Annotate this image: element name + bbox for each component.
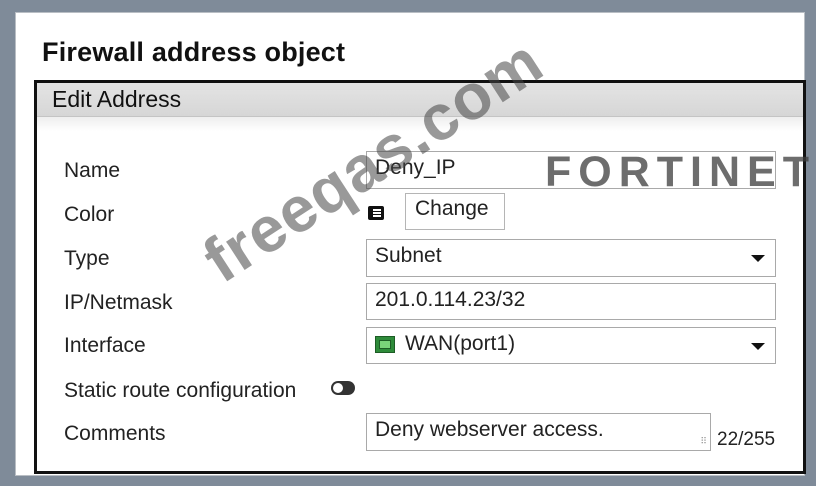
name-label: Name bbox=[64, 159, 121, 182]
static-route-toggle[interactable] bbox=[331, 381, 355, 395]
chevron-down-icon bbox=[751, 343, 765, 350]
window-frame: Firewall address object Edit Address Nam… bbox=[15, 12, 806, 476]
comments-textarea[interactable]: Deny webserver access. ⠿ bbox=[366, 413, 711, 451]
resize-grip-icon[interactable]: ⠿ bbox=[700, 436, 707, 447]
page-title: Firewall address object bbox=[42, 37, 346, 67]
type-select-value: Subnet bbox=[375, 244, 442, 267]
interface-label: Interface bbox=[64, 334, 146, 357]
static-route-label: Static route configuration bbox=[64, 379, 297, 402]
color-change-button-label: Change bbox=[415, 197, 489, 220]
ipmask-label: IP/Netmask bbox=[64, 291, 173, 314]
interface-select-value: WAN(port1) bbox=[405, 332, 516, 355]
color-change-button[interactable]: Change bbox=[405, 193, 505, 230]
color-label: Color bbox=[64, 203, 115, 226]
type-label: Type bbox=[64, 247, 110, 270]
interface-select[interactable]: WAN(port1) bbox=[366, 327, 776, 364]
comments-counter: 22/255 bbox=[717, 429, 776, 450]
chevron-down-icon bbox=[751, 255, 765, 262]
ipmask-input-value: 201.0.114.23/32 bbox=[375, 288, 526, 311]
ipmask-input[interactable]: 201.0.114.23/32 bbox=[366, 283, 776, 320]
comments-label: Comments bbox=[64, 422, 166, 445]
type-select[interactable]: Subnet bbox=[366, 239, 776, 277]
network-port-icon bbox=[375, 336, 395, 353]
color-palette-icon bbox=[368, 206, 384, 220]
brand-logo-text: FORTINET bbox=[545, 148, 816, 196]
panel-header-title: Edit Address bbox=[52, 86, 182, 112]
comments-textarea-value: Deny webserver access. bbox=[375, 418, 604, 441]
